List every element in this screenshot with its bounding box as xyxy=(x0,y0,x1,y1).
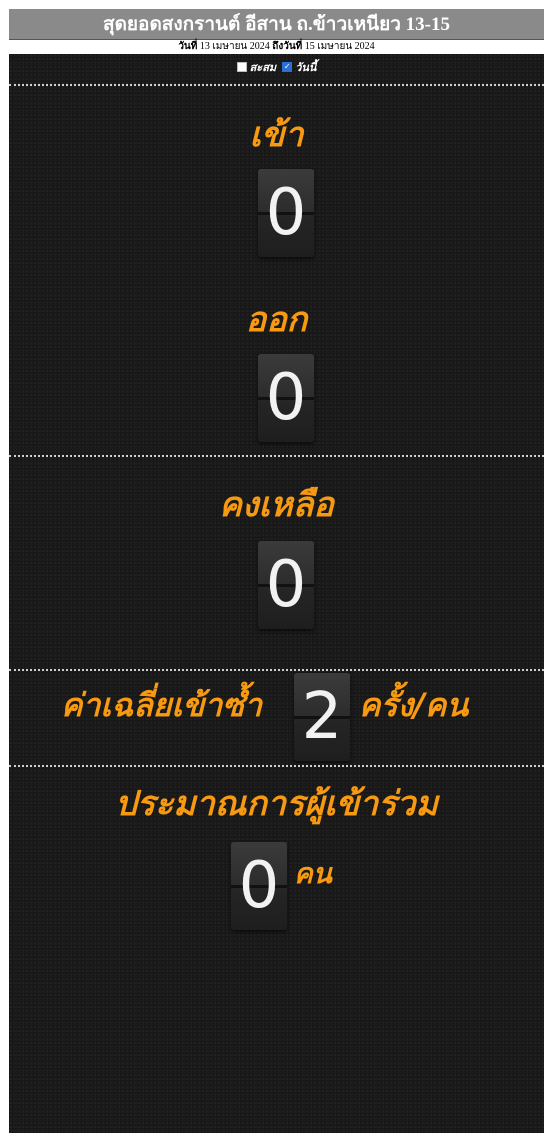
average-value: 2 xyxy=(301,680,343,754)
divider xyxy=(9,765,544,767)
divider xyxy=(9,669,544,671)
page-title: สุดยอดสงกรานต์ อีสาน ถ.ข้าวเหนียว 13-15 xyxy=(102,14,451,35)
date-range: วันที่ 13 เมษายน 2024 ถึงวันที่ 15 เมษาย… xyxy=(9,40,544,54)
estimate-counter: 0 xyxy=(231,842,287,930)
estimate-label: ประมาณการผู้เข้าร่วม xyxy=(115,784,438,824)
in-label: เข้า xyxy=(249,115,304,155)
remaining-counter: 0 xyxy=(258,541,314,629)
in-counter: 0 xyxy=(258,169,314,257)
in-value: 0 xyxy=(265,176,307,250)
out-counter: 0 xyxy=(258,354,314,442)
out-value: 0 xyxy=(265,361,307,435)
date-prefix: วันที่ xyxy=(178,41,198,52)
average-counter: 2 xyxy=(294,673,350,761)
date-mid: ถึงวันที่ xyxy=(272,41,303,52)
toggle-cumulative[interactable]: สะสม xyxy=(236,58,277,76)
estimate-value: 0 xyxy=(238,849,280,923)
divider xyxy=(9,84,544,86)
average-unit: ครั้ง/คน xyxy=(359,686,469,724)
date-start: 13 เมษายน 2024 xyxy=(199,41,270,52)
out-label: ออก xyxy=(245,300,308,340)
remaining-value: 0 xyxy=(265,548,307,622)
divider xyxy=(9,455,544,457)
view-toggles: สะสม ✓ วันนี้ xyxy=(9,58,544,76)
estimate-unit: คน xyxy=(294,857,332,890)
average-label: ค่าเฉลี่ยเข้าซ้ำ xyxy=(61,686,262,724)
cumulative-checkbox[interactable] xyxy=(236,62,247,72)
today-checkbox[interactable]: ✓ xyxy=(282,62,293,72)
date-end: 15 เมษายน 2024 xyxy=(304,41,375,52)
page-title-bar: สุดยอดสงกรานต์ อีสาน ถ.ข้าวเหนียว 13-15 xyxy=(9,9,544,40)
toggle-today[interactable]: ✓ วันนี้ xyxy=(282,58,316,76)
today-label: วันนี้ xyxy=(295,61,317,74)
dashboard-frame: สุดยอดสงกรานต์ อีสาน ถ.ข้าวเหนียว 13-15 … xyxy=(9,9,544,1133)
cumulative-label: สะสม xyxy=(249,61,277,74)
remaining-label: คงเหลือ xyxy=(219,485,334,525)
